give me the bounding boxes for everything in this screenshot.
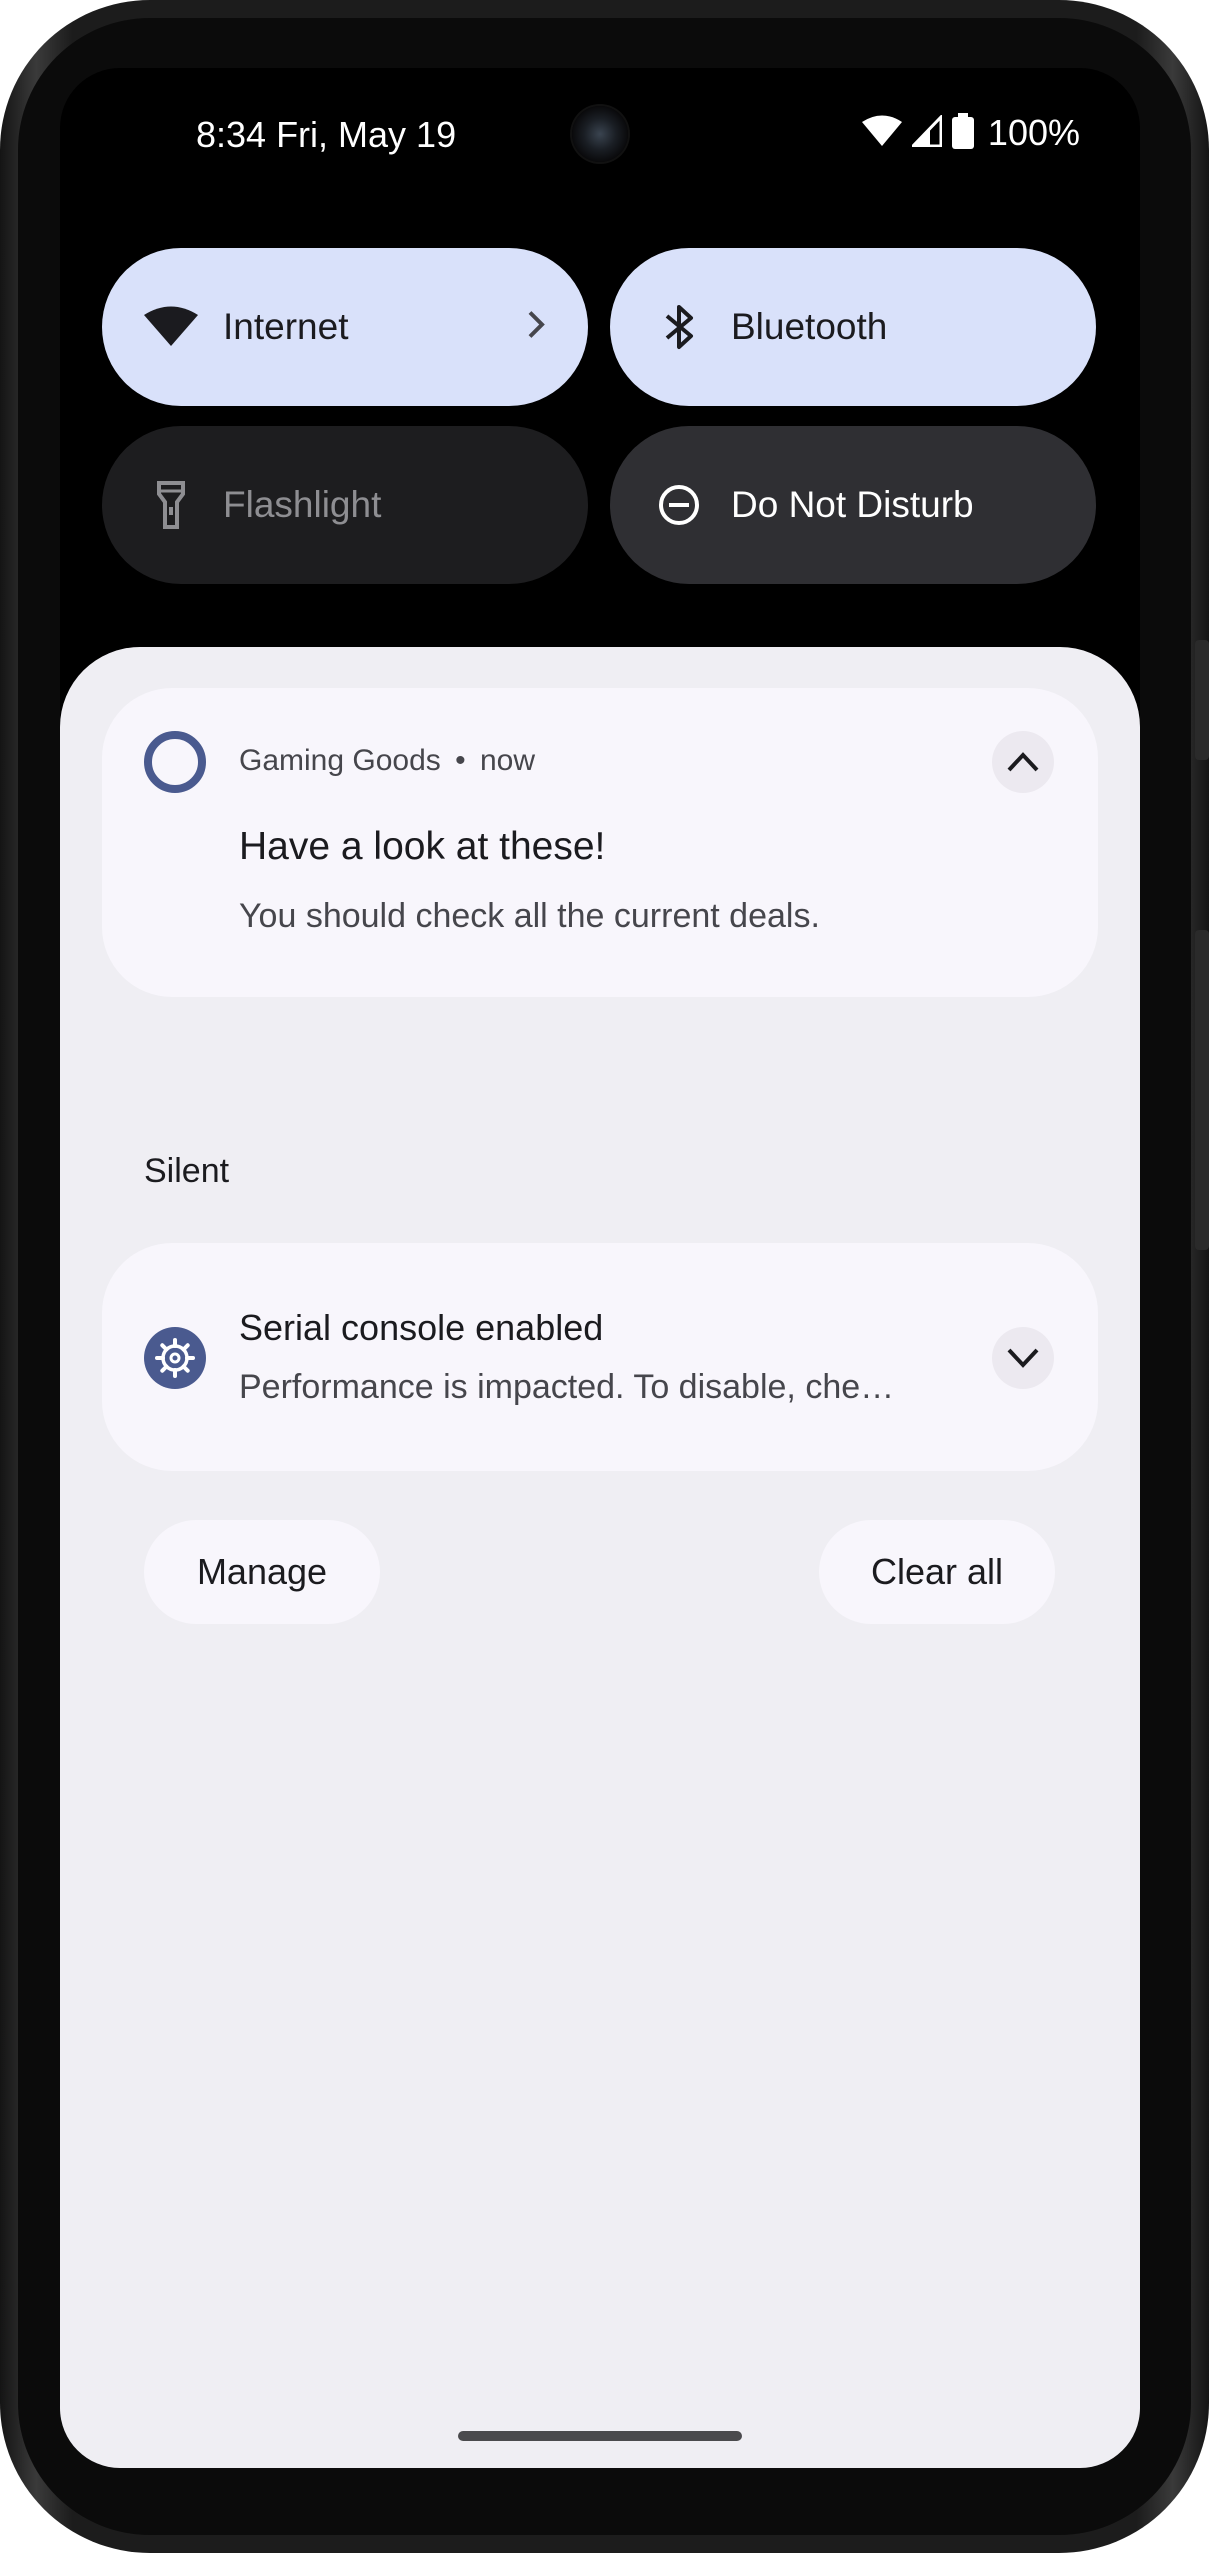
dnd-icon: [650, 476, 708, 534]
battery-icon: [951, 112, 974, 154]
notification-title: Have a look at these!: [239, 825, 606, 868]
screen: 8:34 Fri, May 19 100% Internet Bluetooth…: [60, 68, 1140, 2468]
battery-percent: 100%: [987, 112, 1080, 153]
tile-flashlight-label: Flashlight: [223, 484, 382, 525]
notification-header: Gaming Goods • now: [239, 744, 535, 778]
tile-bluetooth-label: Bluetooth: [731, 306, 888, 347]
tile-internet[interactable]: Internet: [102, 248, 588, 406]
tile-bluetooth[interactable]: Bluetooth: [610, 248, 1096, 406]
tile-dnd-label: Do Not Disturb: [731, 484, 974, 525]
ring-icon: [144, 731, 206, 793]
phone-frame: 8:34 Fri, May 19 100% Internet Bluetooth…: [0, 0, 1209, 2553]
clear-all-button[interactable]: Clear all: [819, 1520, 1055, 1624]
notification-text: Performance is impacted. To disable, che…: [239, 1368, 895, 1406]
status-icons: 100%: [861, 112, 1080, 154]
wifi-icon: [861, 115, 902, 152]
notification-shade: Gaming Goods • now Have a look at these!…: [60, 647, 1140, 2468]
expand-button[interactable]: [992, 1327, 1054, 1389]
tile-do-not-disturb[interactable]: Do Not Disturb: [610, 426, 1096, 584]
section-header-silent: Silent: [144, 1152, 230, 1190]
volume-rocker: [1195, 930, 1209, 1250]
collapse-button[interactable]: [992, 731, 1054, 793]
cellular-icon: [909, 112, 943, 152]
home-indicator[interactable]: [458, 2431, 742, 2441]
notification-card-gaming-goods[interactable]: Gaming Goods • now Have a look at these!…: [102, 688, 1098, 997]
tile-internet-label: Internet: [223, 306, 349, 347]
header-separator: •: [455, 744, 466, 777]
status-time-date: 8:34 Fri, May 19: [196, 114, 457, 155]
notification-text: You should check all the current deals.: [239, 897, 820, 935]
power-button: [1195, 640, 1209, 760]
notification-time: now: [479, 744, 536, 777]
status-bar: 8:34 Fri, May 19 100%: [60, 68, 1140, 208]
chevron-down-icon: [1007, 1348, 1039, 1368]
app-name: Gaming Goods: [239, 744, 441, 777]
manage-button[interactable]: Manage: [144, 1520, 380, 1624]
tile-flashlight[interactable]: Flashlight: [102, 426, 588, 584]
notification-title: Serial console enabled: [239, 1307, 604, 1348]
wifi-icon: [142, 298, 200, 356]
flashlight-icon: [142, 476, 200, 534]
chevron-right-icon: [526, 310, 546, 345]
gear-icon: [144, 1327, 206, 1389]
bluetooth-icon: [650, 298, 708, 356]
notification-card-serial-console[interactable]: Serial console enabled Performance is im…: [102, 1243, 1098, 1471]
chevron-up-icon: [1007, 752, 1039, 772]
